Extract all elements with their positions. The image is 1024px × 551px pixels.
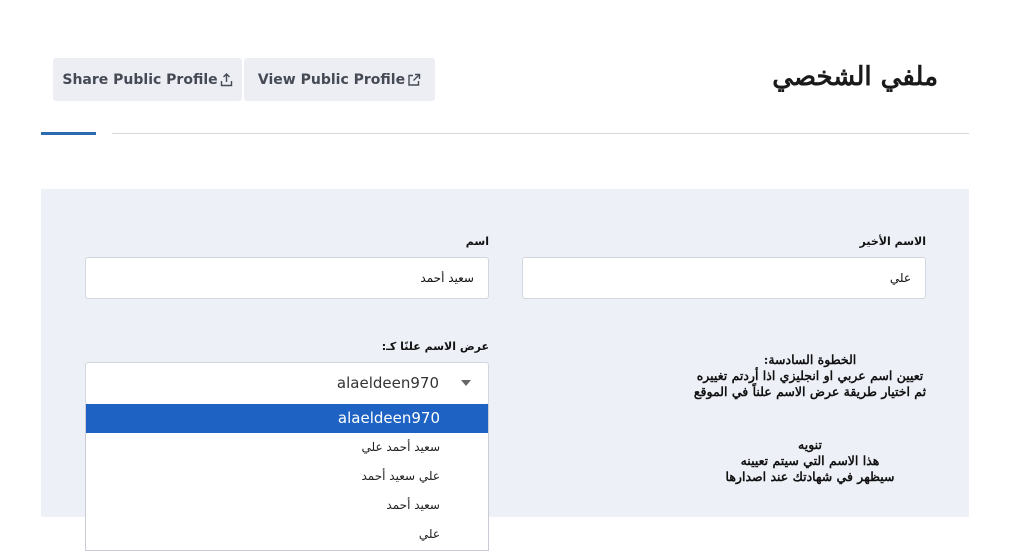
name-input[interactable] <box>85 257 489 299</box>
external-link-icon <box>407 73 421 87</box>
note-line: سيظهر في شهادتك عند اصدارها <box>725 469 895 484</box>
step-line: تعيين اسم عربي او انجليزي اذا أردتم تغيي… <box>696 368 924 383</box>
display-name-select[interactable]: alaeldeen970 <box>85 362 489 405</box>
share-public-profile-button[interactable]: Share Public Profile <box>53 58 242 101</box>
caret-down-icon[interactable] <box>461 380 471 386</box>
dropdown-option[interactable]: علي سعيد أحمد <box>86 462 488 491</box>
step-title: الخطوة السادسة: <box>763 352 857 367</box>
view-public-profile-button[interactable]: View Public Profile <box>244 58 435 101</box>
tabs-divider <box>112 133 969 134</box>
dropdown-option[interactable]: سعيد أحمد <box>86 491 488 520</box>
lastname-input[interactable] <box>522 257 926 299</box>
note-instructions: تنويه هذا الاسم التي سيتم تعيينه سيظهر ف… <box>660 437 960 485</box>
page-title: ملفي الشخصي <box>772 62 938 92</box>
dropdown-option[interactable]: علي <box>86 520 488 549</box>
note-title: تنويه <box>798 437 822 452</box>
active-tab-indicator[interactable] <box>41 132 96 135</box>
view-public-profile-label: View Public Profile <box>257 71 406 88</box>
lastname-label: الاسم الأخير <box>859 235 926 248</box>
display-name-label: عرض الاسم علنًا كـ: <box>381 340 489 353</box>
step-instructions: الخطوة السادسة: تعيين اسم عربي او انجليز… <box>660 352 960 400</box>
note-line: هذا الاسم التي سيتم تعيينه <box>740 453 880 468</box>
name-label: اسم <box>465 235 489 248</box>
share-upload-icon <box>220 72 233 87</box>
display-name-selected-value: alaeldeen970 <box>336 374 439 392</box>
step-line: ثم اختيار طريقة عرض الاسم علناً في الموق… <box>693 384 927 399</box>
dropdown-option[interactable]: سعيد أحمد علي <box>86 433 488 462</box>
display-name-dropdown: alaeldeen970 سعيد أحمد علي علي سعيد أحمد… <box>85 404 489 551</box>
share-public-profile-label: Share Public Profile <box>62 71 218 88</box>
dropdown-option[interactable]: alaeldeen970 <box>86 404 488 433</box>
